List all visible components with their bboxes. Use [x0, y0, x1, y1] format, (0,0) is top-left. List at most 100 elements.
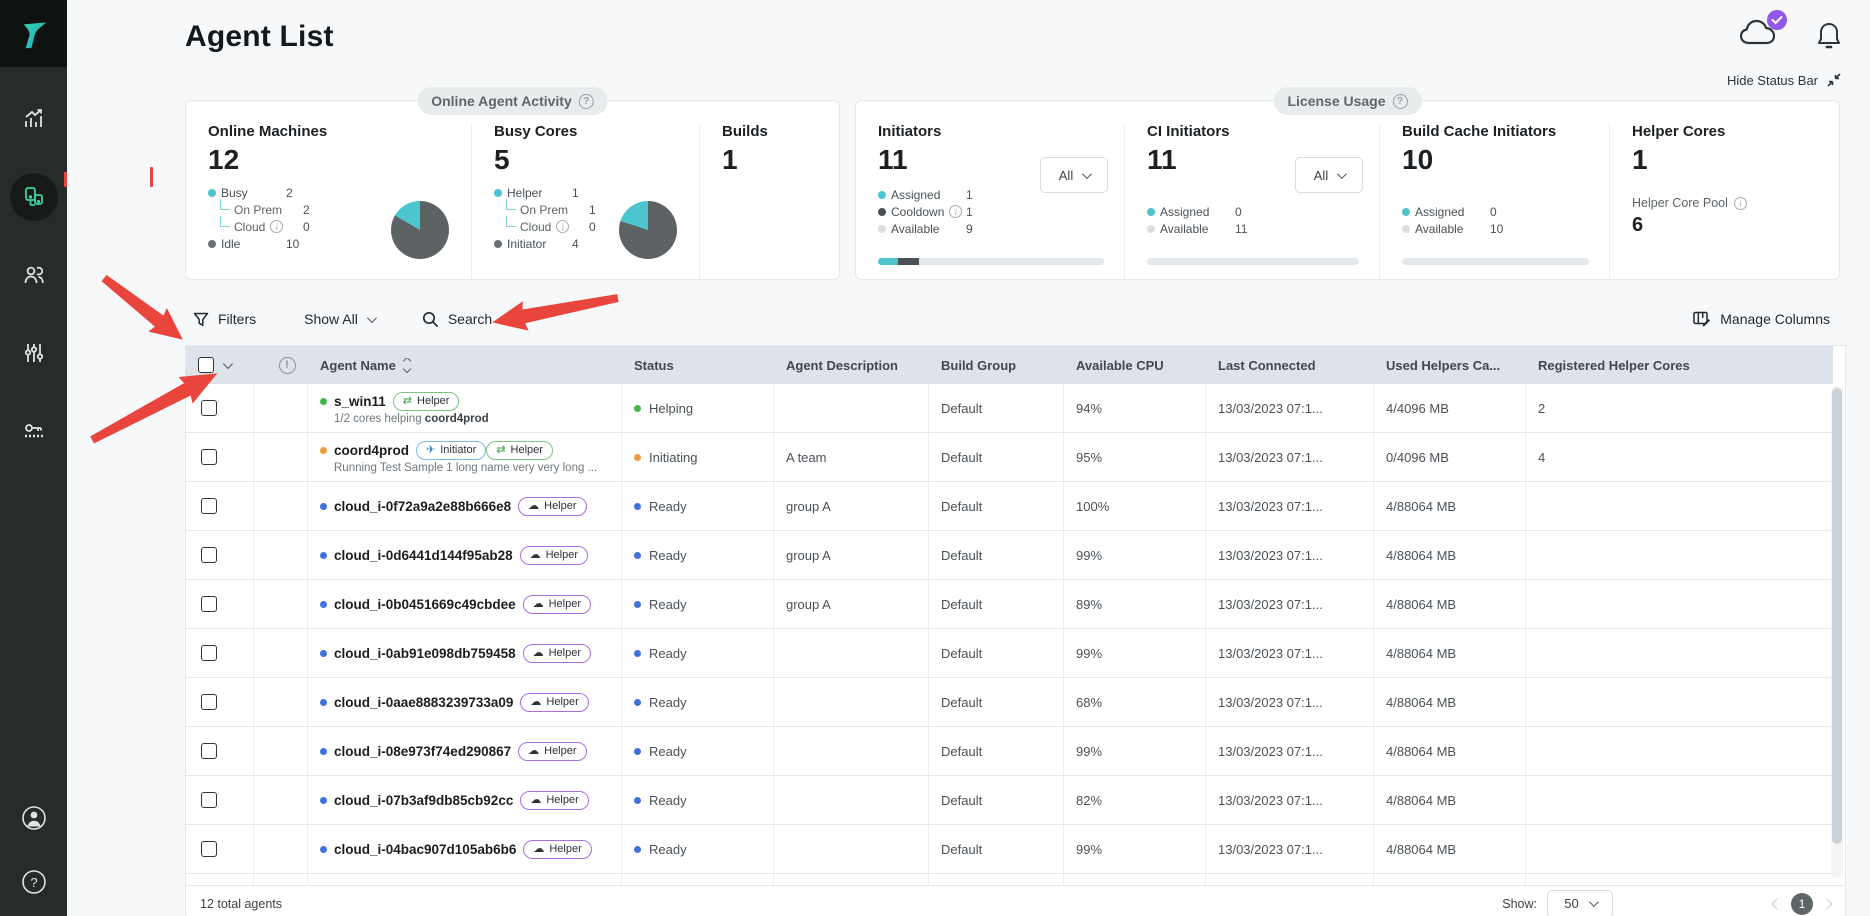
cloud-icon: ☁	[533, 648, 544, 659]
ci-initiators-filter-select[interactable]: All	[1295, 157, 1363, 193]
sidebar-item-analytics[interactable]	[10, 95, 58, 143]
row-checkbox[interactable]	[201, 743, 217, 759]
initiators-filter-select[interactable]: All	[1040, 157, 1108, 193]
column-header-agent-description[interactable]: Agent Description	[774, 358, 929, 373]
status-label: Ready	[649, 744, 687, 759]
table-row-partial	[186, 874, 1833, 885]
scrollbar-thumb[interactable]	[1832, 388, 1842, 844]
info-icon[interactable]	[949, 205, 962, 218]
agent-name-cell[interactable]: coord4prod ✈Initiator⇄Helper Running Tes…	[308, 433, 622, 481]
row-checkbox[interactable]	[201, 400, 217, 416]
show-all-dropdown[interactable]: Show All	[304, 311, 374, 327]
cloud-badge: ☁Helper	[523, 840, 591, 859]
row-checkbox[interactable]	[201, 498, 217, 514]
table-row: cloud_i-0ab91e098db759458 ☁Helper Ready …	[186, 629, 1833, 678]
app-logo[interactable]	[0, 0, 67, 67]
previous-page-button[interactable]	[1771, 898, 1782, 909]
row-checkbox[interactable]	[201, 792, 217, 808]
filter-funnel-icon	[193, 312, 209, 327]
last-connected-cell: 13/03/2023 07:1...	[1206, 776, 1374, 824]
column-header-registered-helper-cores[interactable]: Registered Helper Cores	[1526, 358, 1833, 373]
column-header-agent-name[interactable]: Agent Name	[308, 358, 622, 373]
agent-badges: ✈Initiator⇄Helper	[416, 441, 553, 460]
agent-name-cell[interactable]: cloud_i-08e973f74ed290867 ☁Helper	[308, 727, 622, 775]
filters-button[interactable]: Filters	[193, 311, 256, 327]
status-dot	[634, 405, 641, 412]
info-icon[interactable]	[556, 220, 569, 233]
sidebar-item-agents[interactable]	[10, 173, 58, 221]
column-header-used-helpers[interactable]: Used Helpers Ca...	[1374, 358, 1526, 373]
last-connected-cell: 13/03/2023 07:1...	[1206, 531, 1374, 579]
sidebar-item-licenses[interactable]	[10, 407, 58, 455]
last-connected-cell: 13/03/2023 07:1...	[1206, 580, 1374, 628]
agent-description-cell: group A	[774, 531, 929, 579]
used-helpers-cell: 0/4096 MB	[1374, 433, 1526, 481]
agent-name-cell[interactable]: cloud_i-0ab91e098db759458 ☁Helper	[308, 629, 622, 677]
agent-name-cell[interactable]: cloud_i-0f72a9a2e88b666e8 ☁Helper	[308, 482, 622, 530]
collapse-icon	[1826, 72, 1842, 88]
row-checkbox[interactable]	[201, 596, 217, 612]
show-all-label: Show All	[304, 311, 358, 327]
used-helpers-cell: 4/88064 MB	[1374, 727, 1526, 775]
help-tooltip-icon[interactable]	[1393, 94, 1408, 109]
agent-name-cell[interactable]: s_win11 ⇄Helper 1/2 cores helping coord4…	[308, 384, 622, 432]
column-header-build-group[interactable]: Build Group	[929, 358, 1064, 373]
manage-columns-button[interactable]: Manage Columns	[1693, 311, 1830, 327]
user-avatar-icon	[21, 805, 47, 831]
current-page-button[interactable]: 1	[1791, 893, 1813, 915]
registered-helper-cores-cell: 4	[1526, 433, 1833, 481]
available-cpu-cell: 99%	[1064, 727, 1206, 775]
check-badge-icon	[1766, 9, 1788, 31]
agent-status-dot	[320, 398, 327, 405]
row-checkbox[interactable]	[201, 547, 217, 563]
show-label: Show:	[1502, 897, 1537, 911]
search-button[interactable]: Search	[422, 311, 492, 328]
sidebar-item-settings[interactable]	[10, 329, 58, 377]
row-checkbox[interactable]	[201, 449, 217, 465]
alerts-column-icon[interactable]	[279, 357, 296, 374]
select-options-chevron-icon[interactable]	[223, 359, 233, 369]
sort-icon[interactable]	[404, 358, 410, 372]
sidebar-item-users[interactable]	[10, 251, 58, 299]
busy-cores-card: Busy Cores 5 Helper1 On Prem1 Cloud0 Ini…	[471, 123, 699, 279]
column-header-available-cpu[interactable]: Available CPU	[1064, 358, 1206, 373]
row-checkbox[interactable]	[201, 645, 217, 661]
agent-badges: ☁Helper	[520, 693, 588, 712]
column-header-status[interactable]: Status	[622, 358, 774, 373]
total-agents-label: 12 total agents	[186, 897, 282, 911]
sidebar-item-account[interactable]	[10, 794, 58, 842]
agent-name-cell[interactable]: cloud_i-04bac907d105ab6b6 ☁Helper	[308, 825, 622, 873]
registered-helper-cores-cell	[1526, 629, 1833, 677]
cloud-icon: ☁	[533, 599, 544, 610]
build-group-cell: Default	[929, 678, 1064, 726]
table-scrollbar[interactable]	[1831, 386, 1843, 878]
help-tooltip-icon[interactable]	[579, 94, 594, 109]
select-all-checkbox[interactable]	[198, 357, 214, 373]
page-size-select[interactable]: 50	[1547, 890, 1613, 916]
info-icon[interactable]	[1734, 197, 1747, 210]
table-row: cloud_i-0d6441d144f95ab28 ☁Helper Ready …	[186, 531, 1833, 580]
sidebar-item-help[interactable]: ?	[10, 858, 58, 906]
cloud-status-button[interactable]	[1738, 16, 1784, 55]
agent-name-cell[interactable]: cloud_i-07b3af9db85cb92cc ☁Helper	[308, 776, 622, 824]
available-cpu-cell: 99%	[1064, 629, 1206, 677]
incredibuild-logo-icon	[16, 16, 52, 52]
status-cell: Helping	[622, 384, 774, 432]
notifications-bell-icon[interactable]	[1816, 21, 1842, 51]
agent-list-page: ? Agent List Hide Status Bar	[0, 0, 1870, 916]
status-label: Ready	[649, 695, 687, 710]
agent-badges: ☁Helper	[523, 644, 591, 663]
row-checkbox[interactable]	[201, 841, 217, 857]
agent-name-cell[interactable]: cloud_i-0aae8883239733a09 ☁Helper	[308, 678, 622, 726]
sliders-icon	[22, 341, 46, 365]
agent-name-cell[interactable]: cloud_i-0b0451669c49cbdee ☁Helper	[308, 580, 622, 628]
info-icon[interactable]	[270, 220, 283, 233]
next-page-button[interactable]	[1821, 898, 1832, 909]
agent-name-cell[interactable]: cloud_i-0d6441d144f95ab28 ☁Helper	[308, 531, 622, 579]
status-dot	[634, 650, 641, 657]
agent-badges: ☁Helper	[518, 497, 586, 516]
hide-status-bar-button[interactable]: Hide Status Bar	[1727, 72, 1842, 88]
registered-helper-cores-cell	[1526, 678, 1833, 726]
row-checkbox[interactable]	[201, 694, 217, 710]
column-header-last-connected[interactable]: Last Connected	[1206, 358, 1374, 373]
